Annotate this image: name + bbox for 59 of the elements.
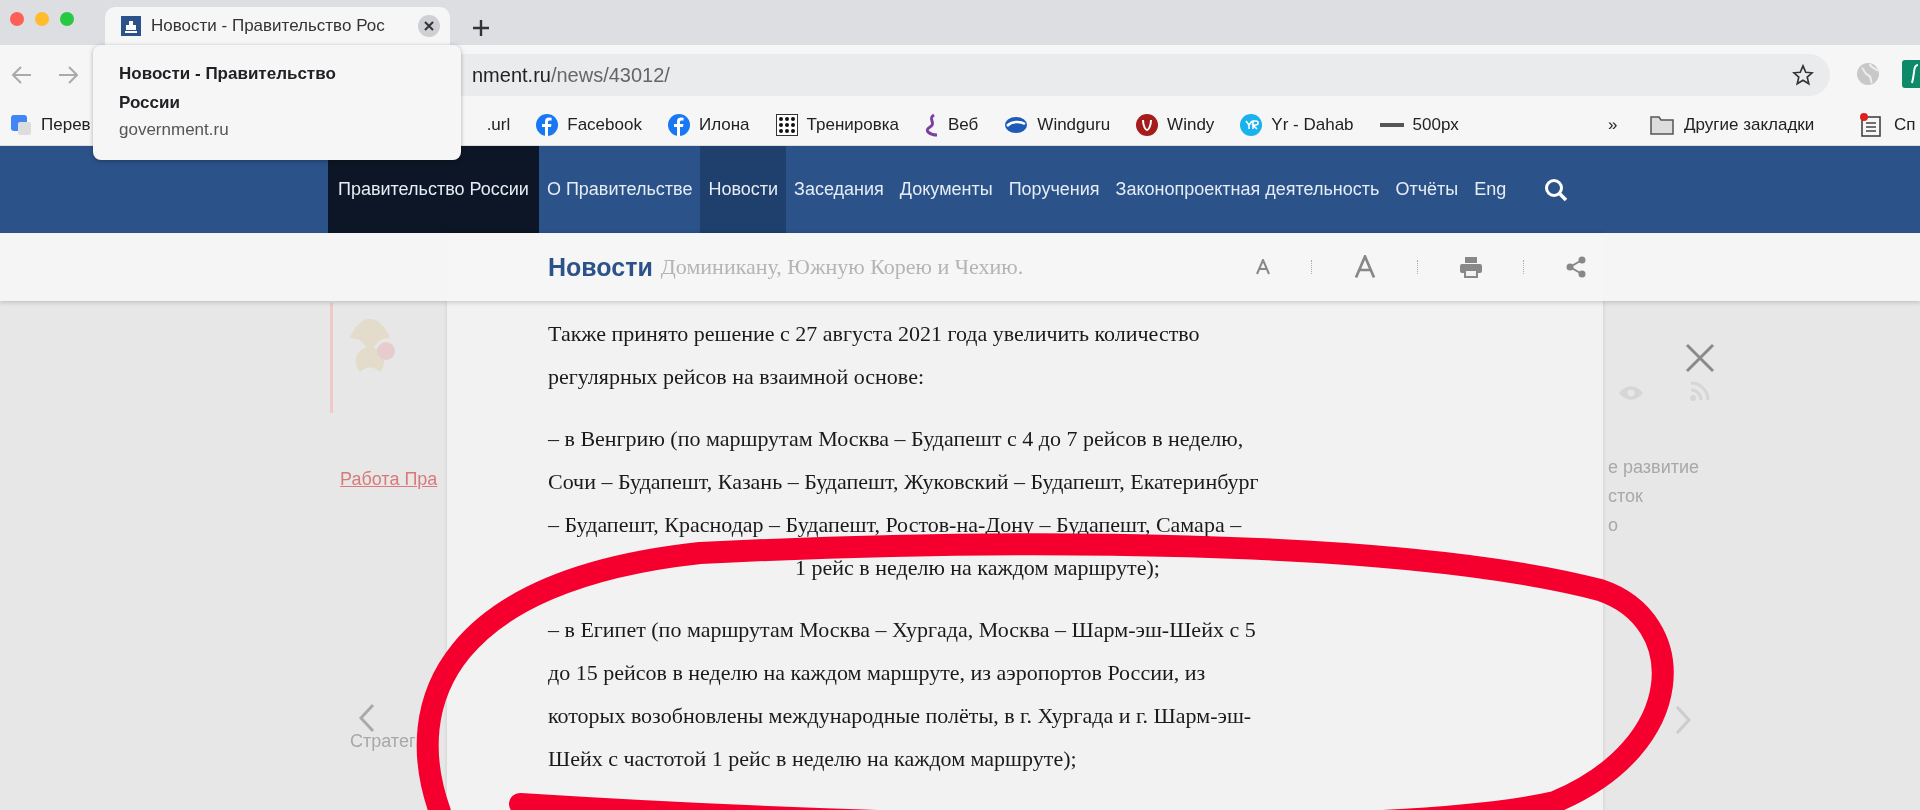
nav-link[interactable]: Поручения [1000, 146, 1108, 233]
yr-icon [1240, 114, 1263, 136]
share-icon[interactable] [1565, 256, 1587, 278]
nav-link[interactable]: Законопроектная деятельность [1107, 146, 1388, 233]
folder-icon [1650, 115, 1674, 135]
bookmark[interactable]: Веб [925, 113, 979, 137]
bookmark[interactable]: Перев [10, 114, 91, 136]
bookmark-star-icon[interactable] [1792, 64, 1814, 86]
tooltip-url: government.ru [119, 120, 230, 140]
section-title: Новости [548, 252, 653, 282]
browser-tab[interactable]: Новости - Правительство Рос [105, 7, 450, 45]
list-icon [1860, 113, 1882, 137]
paragraph: 1 рейс в неделю на каждом маршруте); [794, 554, 1160, 582]
zoom-window-button[interactable] [60, 12, 74, 26]
background-text: Доминикану, Южную Корею и Чехию. [660, 254, 1024, 280]
nav-link[interactable]: Отчёты [1387, 146, 1467, 233]
bookmark[interactable]: Тренировка [775, 114, 899, 136]
search-icon[interactable] [1544, 177, 1569, 202]
print-icon[interactable] [1459, 256, 1483, 278]
nav-link[interactable]: Заседания [786, 146, 892, 233]
bookmark[interactable]: Windguru [1004, 115, 1111, 135]
paragraph: – в Египет (по маршрутам Москва – Хургада, Москва – Шарм-эш-Шейх с 5 до 15 рейсов в неделю на каждом маршруте, из аэропортов России, из которых возобновлены международные полёты, в г. Хургада и г. Шарм-эш- Шейх с частотой 1 рейс в неделю на каждом маршруте); [548, 616, 1256, 773]
swirl-icon [925, 113, 939, 137]
forward-button[interactable] [58, 66, 78, 84]
font-larger-icon[interactable] [1353, 255, 1377, 279]
chevron-right-icon [1674, 705, 1692, 735]
facebook-icon [667, 114, 690, 136]
bookmark-folder[interactable]: Другие закладки [1650, 115, 1815, 135]
nav-link[interactable]: Правительство России [328, 146, 539, 233]
chevron-left-icon [358, 703, 376, 733]
reading-list[interactable]: Сп [1860, 113, 1916, 137]
back-button[interactable] [12, 66, 32, 84]
background-text: е развитие сток о [1608, 456, 1699, 537]
bookmark[interactable]: Yr - Dahab [1240, 114, 1354, 136]
paragraph: Также принято решение с 27 августа 2021 года увеличить количество регулярных рейсов на взаимной основе: [548, 320, 1200, 391]
nav-link[interactable]: О Правительстве [538, 146, 701, 233]
bookmark[interactable]: Facebook [536, 114, 642, 136]
grid-icon [775, 114, 798, 136]
close-tab-button[interactable] [418, 15, 440, 37]
windy-icon [1136, 114, 1159, 136]
translate-icon [10, 114, 32, 136]
nav-link[interactable]: Новости [700, 146, 787, 233]
close-window-button[interactable] [10, 12, 24, 26]
wave-icon [1004, 115, 1029, 135]
close-icon [424, 21, 434, 31]
bookmark[interactable]: 500px [1379, 115, 1459, 135]
close-icon[interactable] [1685, 343, 1715, 373]
nav-link[interactable]: Документы [891, 146, 1001, 233]
building-icon [121, 16, 141, 36]
bookmark[interactable]: Windy [1136, 114, 1215, 136]
bookmark[interactable]: Илона [667, 114, 750, 136]
paragraph: – в Венгрию (по маршрутам Москва – Будапешт с 4 до 7 рейсов в неделю, Сочи – Будапешт, Казань – Будапешт, Жуковский – Будапешт, Екатеринбург – Будапешт, Краснодар – Будапешт, Ростов-на-Дону – Будапешт, Самара – [548, 425, 1259, 539]
font-smaller-icon[interactable] [1255, 259, 1271, 275]
facebook-icon [536, 114, 559, 136]
nav-link[interactable]: Eng [1466, 146, 1515, 233]
more-bookmarks-button[interactable]: » [1608, 115, 1618, 135]
new-tab-button[interactable] [472, 19, 490, 37]
bookmark[interactable]: .url [486, 115, 511, 135]
background-text: Стратег [350, 731, 416, 752]
